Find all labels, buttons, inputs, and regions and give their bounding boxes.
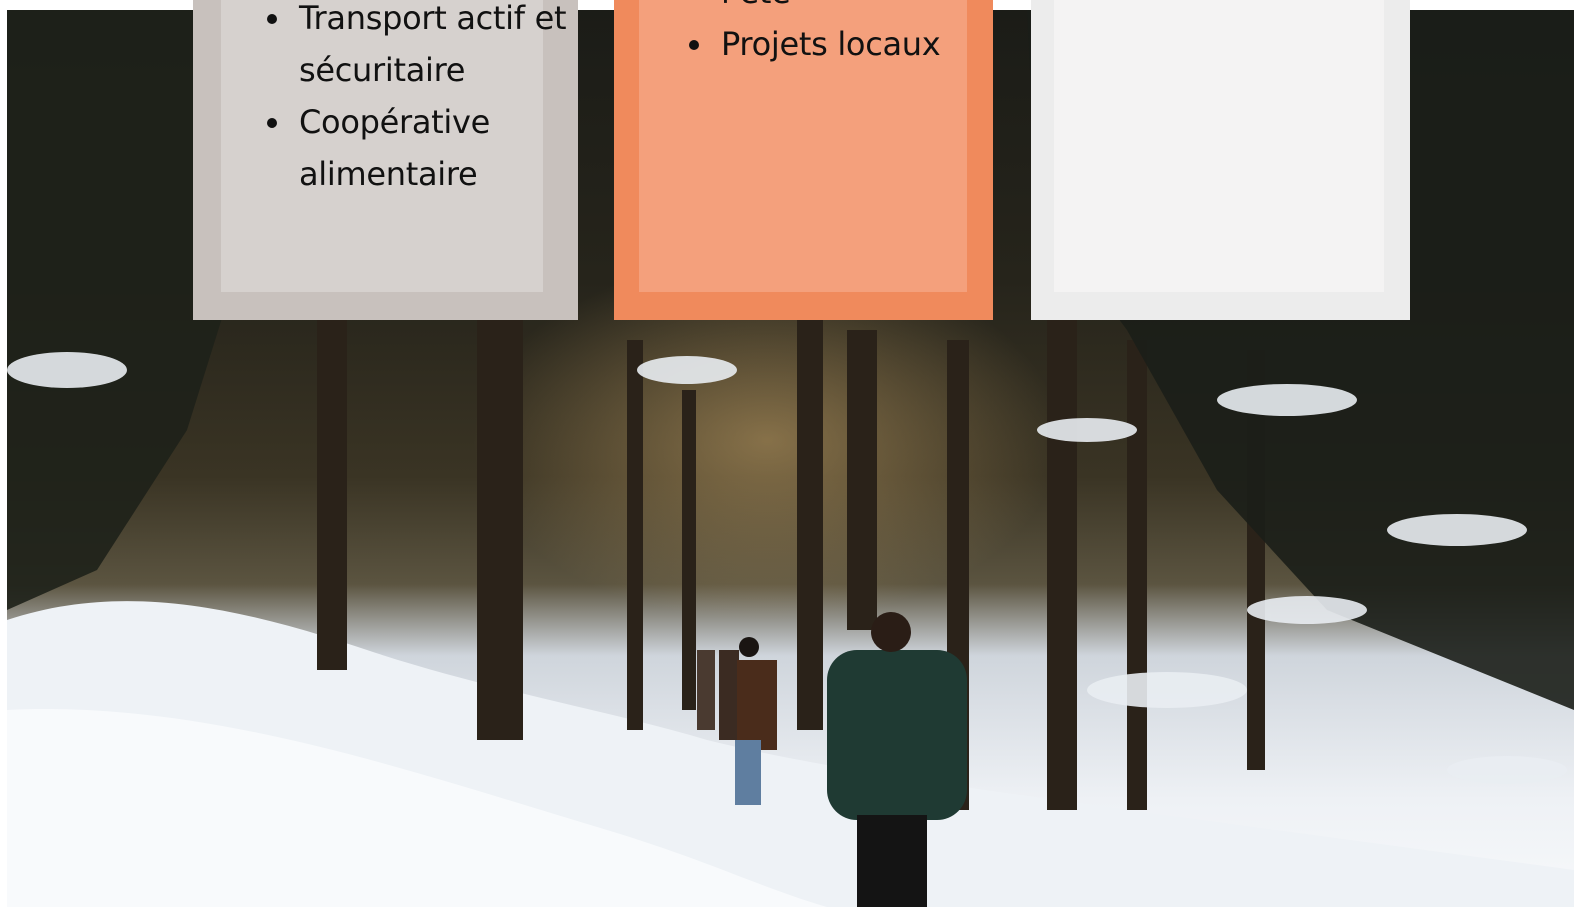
info-card-1-list: Transport actif et sécuritaire Coopérati…: [261, 0, 589, 200]
info-card-2-list: l’été Projets locaux: [683, 0, 1021, 70]
info-card-1-inner: Transport actif et sécuritaire Coopérati…: [221, 0, 567, 292]
list-item: Coopérative alimentaire: [267, 96, 589, 200]
list-item: Transport actif et sécuritaire: [267, 0, 589, 96]
info-card-1: Transport actif et sécuritaire Coopérati…: [193, 0, 578, 320]
info-card-3: [1031, 0, 1410, 320]
list-item: Projets locaux: [689, 18, 1021, 70]
info-card-2-inner: l’été Projets locaux: [639, 0, 967, 292]
info-card-2: l’été Projets locaux: [614, 0, 993, 320]
info-card-3-inner: [1054, 0, 1384, 292]
list-item: l’été: [721, 0, 1021, 18]
